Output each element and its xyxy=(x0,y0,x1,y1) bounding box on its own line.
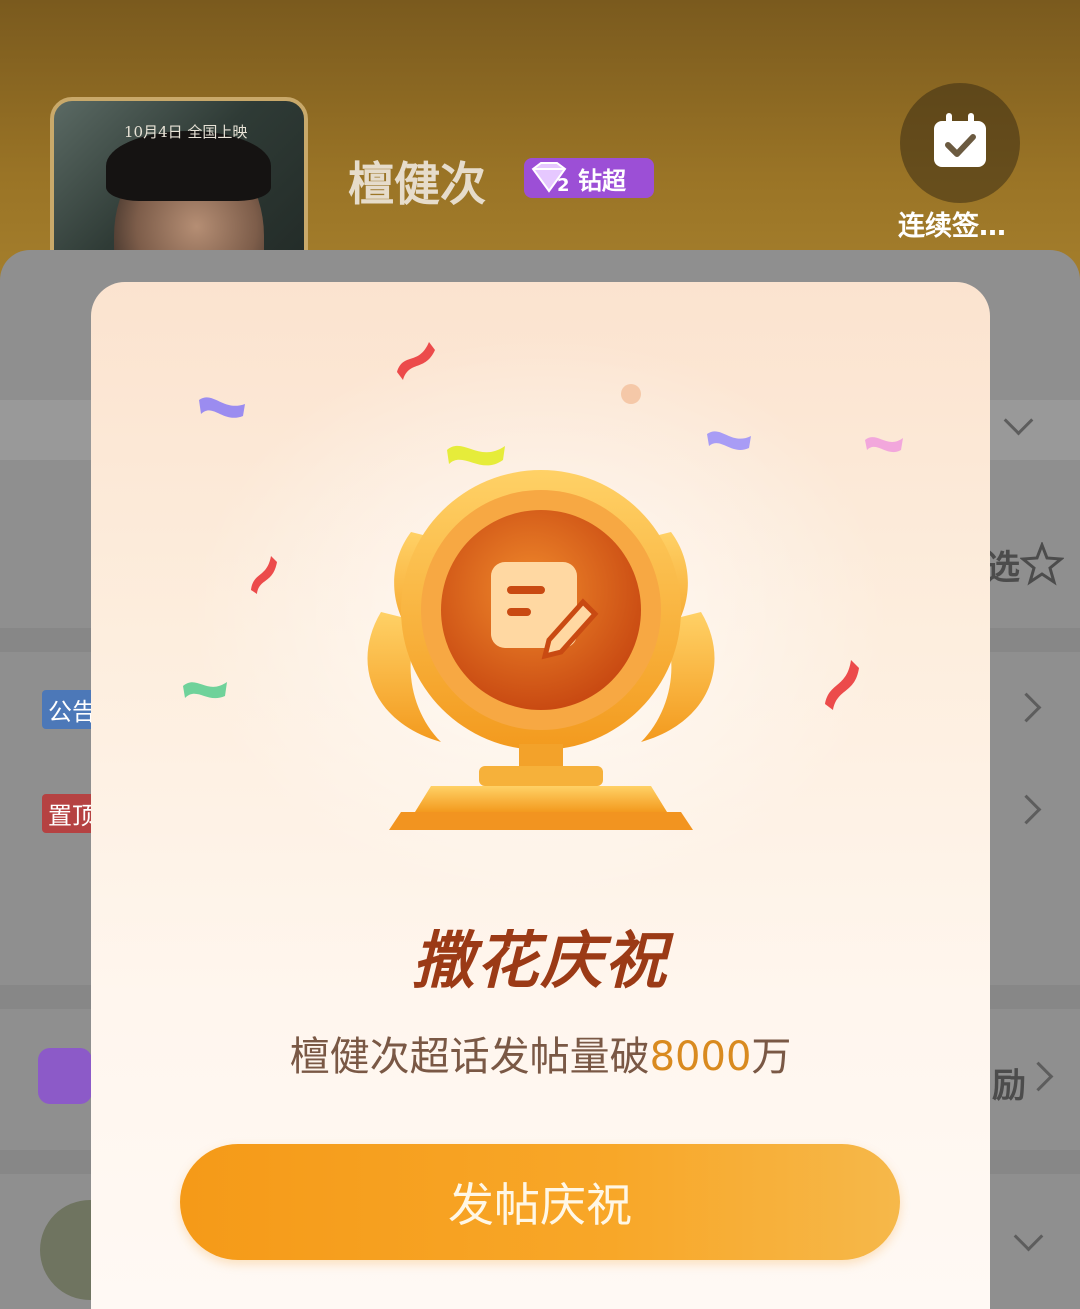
badge-level: 2 xyxy=(557,175,570,195)
celebration-modal: 撒花庆祝 檀健次超话发帖量破8000万 发帖庆祝 xyxy=(91,282,990,1309)
badge-label: 钻超 xyxy=(578,166,626,195)
message-suffix: 万 xyxy=(751,1034,792,1080)
calendar-check-icon xyxy=(928,109,992,177)
right-fragment-select: 选 xyxy=(986,548,1020,588)
star-icon[interactable] xyxy=(1019,540,1065,590)
modal-message: 檀健次超话发帖量破8000万 xyxy=(91,1024,990,1082)
checkin-button[interactable] xyxy=(900,83,1020,203)
message-number: 8000 xyxy=(649,1034,752,1080)
confetti-pink xyxy=(865,437,903,453)
pen-icon[interactable] xyxy=(38,1048,92,1104)
poster-caption: 10月4日 全国上映 xyxy=(124,123,248,141)
confetti-violet xyxy=(707,431,751,450)
confetti-red-small xyxy=(251,556,277,594)
level-badge[interactable]: 2 钻超 xyxy=(524,158,654,198)
topic-title: 檀健次 xyxy=(348,157,486,211)
post-edit-trophy-icon xyxy=(367,470,715,830)
confetti-dot xyxy=(621,384,641,404)
checkin-label: 连续签… xyxy=(898,211,1006,242)
message-prefix: 檀健次超话发帖量破 xyxy=(289,1034,650,1080)
diamond-icon: 2 xyxy=(524,158,574,198)
confetti-red xyxy=(397,342,435,380)
post-celebrate-button[interactable]: 发帖庆祝 xyxy=(180,1144,900,1260)
confetti-red-right xyxy=(825,660,859,710)
confetti-green xyxy=(183,682,227,699)
confetti-purple xyxy=(199,397,245,418)
right-fragment-reward: 励 xyxy=(992,1066,1026,1106)
modal-title: 撒花庆祝 xyxy=(412,924,669,997)
